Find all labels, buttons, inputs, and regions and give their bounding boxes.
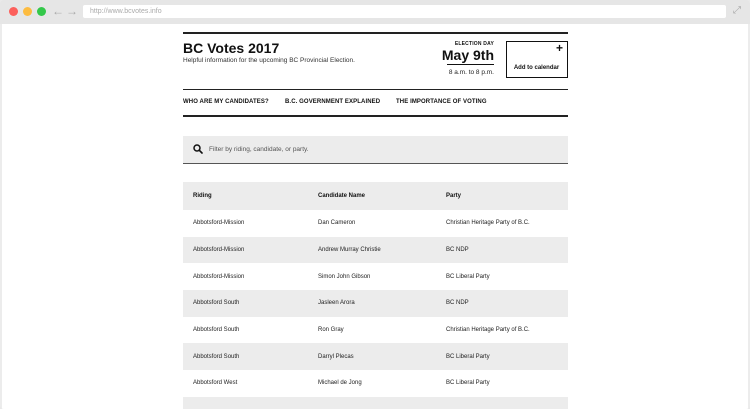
party-cell: BC NDP: [446, 247, 469, 254]
search-bar: [183, 136, 568, 163]
maximize-window-button[interactable]: [37, 7, 46, 16]
page-title: BC Votes 2017: [183, 40, 280, 56]
election-time: 8 a.m. to 8 p.m.: [448, 69, 494, 76]
date-underline: [447, 64, 494, 65]
riding-cell: Abbotsford-Mission: [193, 273, 245, 280]
riding-cell: Abbotsford-Mission: [193, 247, 245, 254]
nav-item-candidates[interactable]: WHO ARE MY CANDIDATES?: [183, 99, 269, 105]
add-to-calendar-label: Add to calendar: [513, 65, 560, 71]
table-row[interactable]: Abbotsford South Ron Gray Christian Heri…: [183, 316, 568, 344]
table-row[interactable]: Abbotsford South Jasleen Arora BC NDP: [183, 290, 568, 317]
browser-window: ← → http://www.bcvotes.info ⤢ BC Votes 2…: [0, 0, 750, 409]
candidates-table: Riding Candidate Name Party Abbotsford-M…: [183, 182, 568, 409]
search-underline: [183, 163, 568, 164]
nav-item-voting[interactable]: THE IMPORTANCE OF VOTING: [396, 99, 487, 105]
candidate-cell: Ron Gray: [318, 327, 344, 334]
candidate-cell: Darryl Plecas: [318, 353, 354, 360]
table-row[interactable]: Abbotsford-Mission Simon John Gibson BC …: [183, 263, 568, 291]
search-icon: [193, 144, 203, 154]
riding-cell: Abbotsford South: [193, 327, 240, 334]
address-bar[interactable]: http://www.bcvotes.info: [83, 5, 726, 18]
forward-arrow-icon[interactable]: →: [66, 4, 78, 18]
party-cell: BC Liberal Party: [446, 273, 490, 280]
table-header: Riding Candidate Name Party: [183, 182, 568, 210]
page-content: BC Votes 2017 Helpful information for th…: [2, 24, 748, 409]
candidate-cell: Dan Cameron: [318, 220, 356, 227]
search-input[interactable]: [209, 141, 559, 158]
nav-bottom-rule: [183, 115, 568, 117]
candidate-cell: Jasleen Arora: [318, 300, 355, 307]
expand-icon[interactable]: ⤢: [733, 5, 741, 17]
column-header-party[interactable]: Party: [446, 182, 461, 210]
candidate-cell: Andrew Murray Christie: [318, 247, 381, 254]
table-row[interactable]: Abbotsford South Darryl Plecas BC Libera…: [183, 343, 568, 371]
back-arrow-icon[interactable]: ←: [52, 4, 64, 18]
candidate-cell: Michael de Jong: [318, 380, 362, 387]
party-cell: BC NDP: [446, 300, 469, 307]
election-date: May 9th: [441, 47, 494, 63]
party-cell: BC Liberal Party: [446, 353, 490, 360]
column-header-candidate-name[interactable]: Candidate Name: [318, 182, 365, 210]
table-row[interactable]: Abbotsford-Mission Dan Cameron Christian…: [183, 210, 568, 237]
add-to-calendar-button[interactable]: + Add to calendar: [506, 41, 568, 78]
party-cell: BC Liberal Party: [446, 380, 490, 387]
riding-cell: Abbotsford South: [193, 353, 240, 360]
riding-cell: Abbotsford-Mission: [193, 220, 245, 227]
column-header-riding[interactable]: Riding: [193, 182, 212, 210]
table-row[interactable]: Abbotsford West Michael de Jong BC Liber…: [183, 370, 568, 397]
candidate-cell: Simon John Gibson: [318, 273, 371, 280]
riding-cell: Abbotsford West: [193, 380, 238, 387]
party-cell: Christian Heritage Party of B.C.: [446, 327, 530, 334]
riding-cell: Abbotsford South: [193, 300, 240, 307]
table-row[interactable]: Abbotsford-Mission Andrew Murray Christi…: [183, 236, 568, 264]
header-top-rule: [183, 32, 568, 34]
page-subtitle: Helpful information for the upcoming BC …: [183, 57, 355, 64]
minimize-window-button[interactable]: [23, 7, 32, 16]
browser-toolbar: ← → http://www.bcvotes.info ⤢: [0, 0, 750, 24]
close-window-button[interactable]: [9, 7, 18, 16]
nav-item-government[interactable]: B.C. GOVERNMENT EXPLAINED: [285, 99, 380, 105]
plus-icon: +: [555, 41, 563, 55]
table-row[interactable]: [183, 396, 568, 409]
party-cell: Christian Heritage Party of B.C.: [446, 220, 530, 227]
address-bar-url: http://www.bcvotes.info: [90, 8, 162, 15]
nav-top-rule: [183, 89, 568, 90]
